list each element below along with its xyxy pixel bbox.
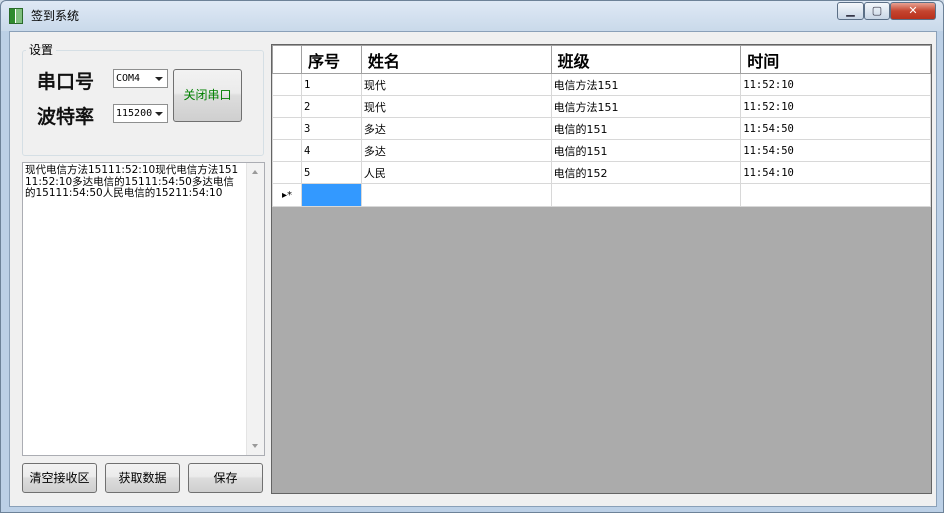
clear-button[interactable]: 清空接收区	[22, 463, 97, 493]
minimize-icon: ▁	[846, 4, 855, 17]
row-header[interactable]	[272, 117, 302, 140]
port-select[interactable]: COM4	[113, 69, 168, 88]
cell-time[interactable]: 11:52:10	[740, 95, 931, 118]
chevron-down-icon	[155, 112, 163, 116]
row-header[interactable]	[272, 73, 302, 96]
table-row[interactable]: 5 人民 电信的152 11:54:10	[272, 161, 931, 184]
cell-name-new[interactable]	[360, 183, 552, 207]
grid-corner-header[interactable]	[272, 45, 302, 74]
row-header[interactable]	[272, 95, 302, 118]
main-window: 签到系统 ▁ ▢ ✕ 设置 串口号 COM4 波特率 115200 关闭串口 现…	[0, 0, 944, 513]
receive-textbox[interactable]: 现代电信方法15111:52:10现代电信方法15111:52:10多达电信的1…	[22, 162, 265, 456]
cell-index[interactable]: 1	[300, 73, 362, 96]
settings-group-title: 设置	[26, 41, 57, 58]
maximize-button[interactable]: ▢	[864, 2, 890, 20]
app-icon	[9, 8, 23, 24]
client-area: 设置 串口号 COM4 波特率 115200 关闭串口 现代电信方法15111:…	[9, 31, 937, 507]
cell-index[interactable]: 4	[300, 139, 362, 162]
close-icon: ✕	[908, 4, 918, 17]
cell-time[interactable]: 11:54:50	[740, 139, 931, 162]
cell-name[interactable]: 现代	[360, 73, 552, 96]
port-label: 串口号	[37, 71, 95, 93]
baud-label: 波特率	[37, 106, 95, 128]
table-row[interactable]: 1 现代 电信方法151 11:52:10	[272, 73, 931, 96]
baud-select-value: 115200	[116, 108, 153, 119]
grid-table: 序号 姓名 班级 时间 1 现代 电信方法151 11:52:10 2 现代 电…	[272, 45, 931, 207]
maximize-icon: ▢	[871, 4, 883, 17]
column-header-index[interactable]: 序号	[300, 45, 362, 74]
table-row[interactable]: 3 多达 电信的151 11:54:50	[272, 117, 931, 140]
new-row-marker[interactable]: ▸*	[272, 183, 302, 207]
cell-name[interactable]: 人民	[360, 161, 552, 184]
table-row[interactable]: 2 现代 电信方法151 11:52:10	[272, 95, 931, 118]
baud-select[interactable]: 115200	[113, 104, 168, 123]
cell-name[interactable]: 多达	[360, 117, 552, 140]
column-header-class[interactable]: 班级	[550, 45, 742, 74]
data-grid[interactable]: 序号 姓名 班级 时间 1 现代 电信方法151 11:52:10 2 现代 电…	[271, 44, 932, 494]
chevron-down-icon	[155, 77, 163, 81]
cell-time[interactable]: 11:54:10	[740, 161, 931, 184]
table-row[interactable]: 4 多达 电信的151 11:54:50	[272, 139, 931, 162]
cell-name[interactable]: 多达	[360, 139, 552, 162]
title-bar: 签到系统 ▁ ▢ ✕	[1, 1, 943, 31]
cell-class[interactable]: 电信方法151	[550, 95, 742, 118]
cell-class[interactable]: 电信的151	[550, 139, 742, 162]
column-header-name[interactable]: 姓名	[360, 45, 552, 74]
row-header[interactable]	[272, 161, 302, 184]
cell-index[interactable]: 3	[300, 117, 362, 140]
scroll-down-icon[interactable]	[252, 444, 258, 448]
cell-class-new[interactable]	[550, 183, 742, 207]
cell-index[interactable]: 2	[300, 95, 362, 118]
receive-scrollbar[interactable]	[246, 163, 264, 455]
cell-name[interactable]: 现代	[360, 95, 552, 118]
scroll-up-icon[interactable]	[252, 170, 258, 174]
cell-time[interactable]: 11:54:50	[740, 117, 931, 140]
fetch-data-button[interactable]: 获取数据	[105, 463, 180, 493]
cell-time[interactable]: 11:52:10	[740, 73, 931, 96]
row-header[interactable]	[272, 139, 302, 162]
toggle-port-button[interactable]: 关闭串口	[173, 69, 242, 122]
cell-class[interactable]: 电信的152	[550, 161, 742, 184]
cell-class[interactable]: 电信的151	[550, 117, 742, 140]
cell-class[interactable]: 电信方法151	[550, 73, 742, 96]
save-button[interactable]: 保存	[188, 463, 263, 493]
cell-time-new[interactable]	[740, 183, 931, 207]
port-select-value: COM4	[116, 73, 141, 84]
window-title: 签到系统	[31, 9, 80, 23]
cell-index[interactable]: 5	[300, 161, 362, 184]
minimize-button[interactable]: ▁	[837, 2, 864, 20]
receive-text: 现代电信方法15111:52:10现代电信方法15111:52:10多达电信的1…	[25, 164, 239, 199]
new-row[interactable]: ▸*	[272, 183, 931, 207]
column-header-time[interactable]: 时间	[740, 45, 931, 74]
cell-index-new[interactable]	[300, 183, 362, 207]
close-button[interactable]: ✕	[890, 2, 936, 20]
